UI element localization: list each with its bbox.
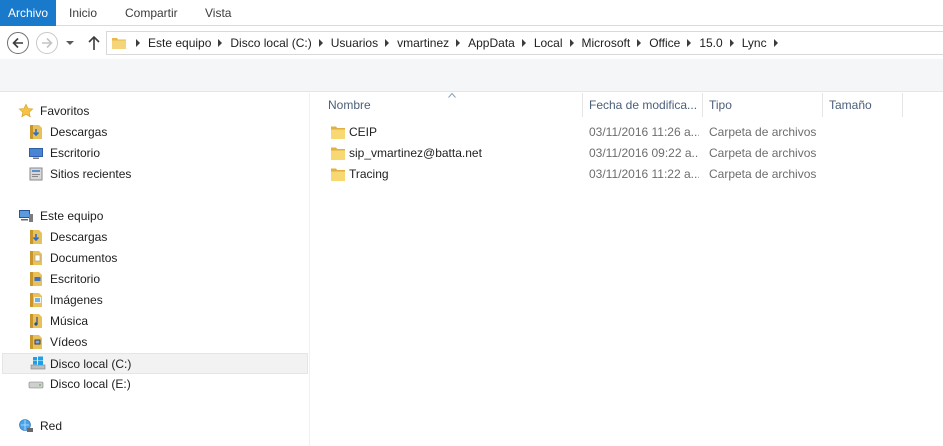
ribbon-collapsed-area: [0, 59, 943, 92]
folder-icon: [112, 38, 126, 49]
forward-button[interactable]: [36, 32, 58, 54]
breadcrumb-separator-icon[interactable]: [456, 39, 461, 47]
navigation-pane: Favoritos Descargas Escritorio Sitios re…: [0, 93, 310, 446]
drive-icon: [28, 381, 44, 389]
tab-compartir[interactable]: Compartir: [125, 0, 178, 26]
file-row[interactable]: CEIP 03/11/2016 11:26 a... Carpeta de ar…: [311, 122, 943, 143]
tab-archivo[interactable]: Archivo: [0, 0, 56, 26]
breadcrumb-item[interactable]: Office: [649, 36, 680, 50]
file-row[interactable]: Tracing 03/11/2016 11:22 a... Carpeta de…: [311, 164, 943, 185]
tab-inicio[interactable]: Inicio: [69, 0, 97, 26]
breadcrumb-item[interactable]: Usuarios: [331, 36, 378, 50]
nav-favorites-desktop[interactable]: Escritorio: [28, 143, 298, 164]
file-name: sip_vmartinez@batta.net: [349, 146, 482, 160]
breadcrumb-separator-icon[interactable]: [687, 39, 692, 47]
column-divider[interactable]: [702, 93, 703, 117]
tab-vista[interactable]: Vista: [205, 0, 231, 26]
nav-favorites[interactable]: Favoritos: [18, 101, 298, 122]
breadcrumb-separator-icon[interactable]: [385, 39, 390, 47]
folder-icon: [331, 126, 345, 139]
column-header-size[interactable]: Tamaño: [829, 93, 901, 117]
navigation-bar: Este equipo Disco local (C:) Usuarios vm…: [0, 27, 943, 59]
breadcrumb-separator-icon[interactable]: [773, 39, 778, 47]
nav-pc-local-disk-e[interactable]: Disco local (E:): [28, 374, 298, 395]
column-divider[interactable]: [822, 93, 823, 117]
arrow-left-icon: [12, 37, 23, 49]
breadcrumb-separator-icon[interactable]: [218, 39, 223, 47]
file-row[interactable]: sip_vmartinez@batta.net 03/11/2016 09:22…: [311, 143, 943, 164]
desktop-icon: [29, 148, 43, 159]
nav-this-pc[interactable]: Este equipo: [18, 206, 298, 227]
file-name: Tracing: [349, 167, 389, 181]
breadcrumb-item[interactable]: 15.0: [699, 36, 722, 50]
arrow-right-icon: [42, 37, 53, 49]
chevron-down-icon: [66, 41, 74, 45]
breadcrumb-separator-icon[interactable]: [318, 39, 323, 47]
file-type: Carpeta de archivos: [709, 125, 817, 139]
nav-pc-videos[interactable]: Vídeos: [28, 332, 298, 353]
column-divider[interactable]: [902, 93, 903, 117]
downloads-icon: [30, 230, 42, 244]
file-type: Carpeta de archivos: [709, 167, 817, 181]
star-icon: [18, 103, 34, 118]
nav-favorites-downloads[interactable]: Descargas: [28, 122, 298, 143]
music-icon: [30, 314, 42, 328]
column-header-date[interactable]: Fecha de modifica...: [589, 93, 701, 117]
breadcrumb-separator-icon[interactable]: [521, 39, 526, 47]
file-date: 03/11/2016 11:26 a...: [589, 125, 699, 139]
breadcrumb-item[interactable]: Microsoft: [582, 36, 631, 50]
documents-icon: [30, 251, 42, 265]
nav-favorites-recent[interactable]: Sitios recientes: [28, 164, 298, 185]
nav-pc-music[interactable]: Música: [28, 311, 298, 332]
videos-icon: [30, 335, 42, 349]
ribbon-tab-bar: Archivo Inicio Compartir Vista: [0, 0, 943, 26]
network-icon: [19, 419, 33, 432]
recent-places-icon: [29, 167, 43, 181]
folder-icon: [331, 168, 345, 181]
recent-locations-button[interactable]: [64, 37, 76, 49]
desktop-folder-icon: [30, 272, 42, 286]
nav-pc-documents[interactable]: Documentos: [28, 248, 298, 269]
file-list: Nombre Fecha de modifica... Tipo Tamaño …: [311, 92, 943, 446]
windows-drive-icon: [30, 356, 46, 370]
breadcrumb-item[interactable]: Local: [534, 36, 563, 50]
address-bar[interactable]: Este equipo Disco local (C:) Usuarios vm…: [106, 31, 943, 55]
nav-pc-downloads[interactable]: Descargas: [28, 227, 298, 248]
up-one-level-button[interactable]: [86, 34, 102, 52]
file-date: 03/11/2016 09:22 a...: [589, 146, 699, 160]
breadcrumb-item[interactable]: Este equipo: [148, 36, 211, 50]
nav-pc-pictures[interactable]: Imágenes: [28, 290, 298, 311]
nav-network[interactable]: Red: [18, 416, 298, 437]
column-header-type[interactable]: Tipo: [709, 93, 819, 117]
breadcrumb-separator-icon[interactable]: [136, 39, 140, 47]
breadcrumb-separator-icon[interactable]: [729, 39, 734, 47]
nav-pc-local-disk-c[interactable]: Disco local (C:): [2, 353, 308, 374]
folder-icon: [331, 147, 345, 160]
breadcrumb-separator-icon[interactable]: [569, 39, 574, 47]
computer-icon: [19, 210, 33, 222]
file-type: Carpeta de archivos: [709, 146, 817, 160]
file-name: CEIP: [349, 125, 378, 139]
sort-ascending-icon: [448, 92, 456, 98]
nav-pc-desktop[interactable]: Escritorio: [28, 269, 298, 290]
breadcrumb-item[interactable]: AppData: [468, 36, 515, 50]
breadcrumb-item[interactable]: Lync: [742, 36, 767, 50]
breadcrumb-item[interactable]: Disco local (C:): [230, 36, 311, 50]
file-date: 03/11/2016 11:22 a...: [589, 167, 699, 181]
pictures-icon: [30, 293, 42, 307]
downloads-icon: [30, 125, 42, 139]
breadcrumb: Este equipo Disco local (C:) Usuarios vm…: [129, 32, 786, 54]
column-divider[interactable]: [582, 93, 583, 117]
breadcrumb-separator-icon[interactable]: [637, 39, 642, 47]
breadcrumb-item[interactable]: vmartinez: [397, 36, 449, 50]
back-button[interactable]: [7, 32, 29, 54]
arrow-up-icon: [88, 35, 100, 50]
